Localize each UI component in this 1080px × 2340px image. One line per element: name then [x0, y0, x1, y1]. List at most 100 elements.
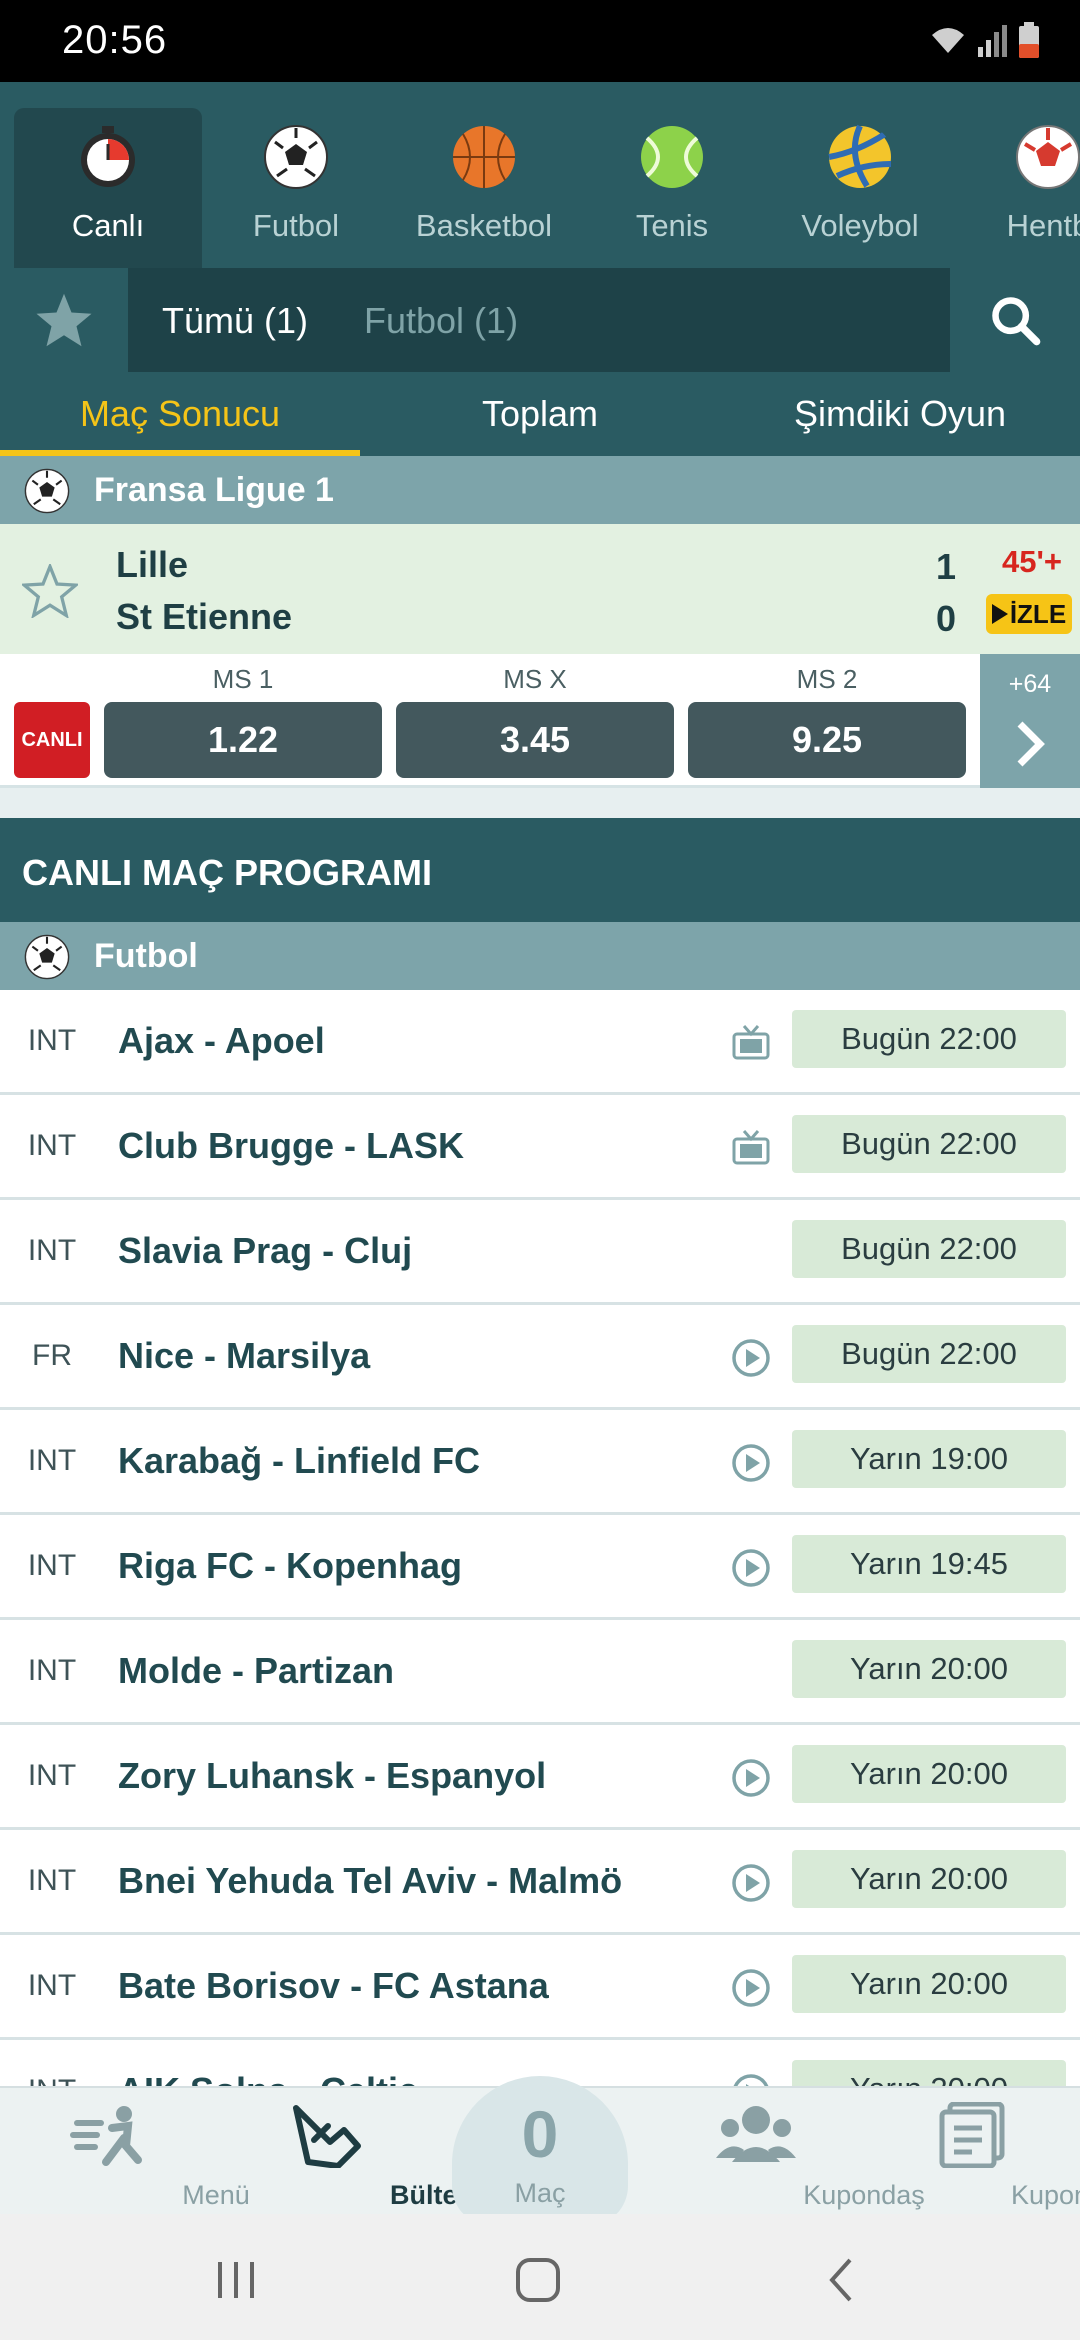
country-code: FR: [32, 1339, 72, 1372]
match-name: Slavia Prag - Cluj: [118, 1230, 413, 1271]
country-code: INT: [27, 1444, 77, 1477]
program-row[interactable]: INT Riga FC - Kopenhag Yarın 19:45: [0, 1515, 1080, 1620]
live-match-card[interactable]: Lille St Etienne 1 0 45'+ İZLE: [0, 524, 1080, 654]
home-team: Lille: [116, 544, 189, 585]
bulletin-hand-icon: [293, 2105, 361, 2168]
stopwatch-icon: [81, 126, 135, 187]
coupon-match-count: 0: [521, 2097, 559, 2171]
tennis-ball-icon: [641, 126, 703, 188]
program-sport-header: Futbol: [0, 922, 1080, 990]
tab-voleybol[interactable]: Voleybol: [766, 108, 954, 268]
play-icon: [730, 1862, 772, 1904]
program-row[interactable]: INT Slavia Prag - Cluj Bugün 22:00: [0, 1200, 1080, 1305]
basketball-icon: [453, 126, 515, 188]
match-time: Bugün 22:00: [792, 1325, 1066, 1383]
tab-simdiki-oyun[interactable]: Şimdiki Oyun: [720, 372, 1080, 456]
live-badge: CANLI: [14, 702, 90, 778]
match-time: Bugün 22:00: [792, 1115, 1066, 1173]
more-markets-button[interactable]: +64: [980, 654, 1080, 788]
country-code: INT: [27, 1864, 77, 1897]
program-list: INT Ajax - Apoel Bugün 22:00 INT Club Brugge…: [0, 990, 1080, 2086]
program-row[interactable]: INT Ajax - Apoel Bugün 22:00: [0, 990, 1080, 1095]
tab-tenis[interactable]: Tenis: [578, 108, 766, 268]
match-time: Bugün 22:00: [792, 1010, 1066, 1068]
match-time: Yarın 20:00: [792, 1640, 1066, 1698]
match-name: Riga FC - Kopenhag: [118, 1545, 462, 1586]
tab-label: Futbol: [252, 208, 340, 243]
battery-icon: [1019, 22, 1039, 58]
recents-icon[interactable]: [206, 2250, 266, 2310]
country-code: INT: [27, 1549, 77, 1582]
match-name: Karabağ - Linfield FC: [118, 1440, 481, 1481]
status-time: 20:56: [62, 18, 168, 62]
nav-kupondas[interactable]: Kupondaş: [648, 2088, 925, 2216]
match-minute: 45'+: [1002, 544, 1062, 579]
tab-label: Voleybol: [801, 208, 919, 243]
tab-label: Tenis: [635, 208, 709, 243]
odd-button-msx[interactable]: 3.45: [396, 702, 674, 778]
nav-label: Maç: [514, 2178, 566, 2208]
program-sport-label: Futbol: [94, 937, 198, 975]
search-button[interactable]: [950, 268, 1080, 372]
tv-icon: [730, 1022, 772, 1064]
tv-icon: [730, 1127, 772, 1169]
tab-toplam[interactable]: Toplam: [360, 372, 720, 456]
filter-tab-futbol[interactable]: Futbol (1): [364, 300, 518, 342]
program-row[interactable]: FR Nice - Marsilya Bugün 22:00: [0, 1305, 1080, 1410]
odd-button-ms2[interactable]: 9.25: [688, 702, 966, 778]
country-code: INT: [27, 1969, 77, 2002]
people-icon: [716, 2106, 796, 2162]
back-icon[interactable]: [812, 2250, 872, 2310]
nav-bulten[interactable]: Bülten: [216, 2088, 474, 2216]
system-icons: [928, 20, 1040, 60]
nav-mac-bubble[interactable]: 0 Maç: [452, 2076, 628, 2226]
tab-basketbol[interactable]: Basketbol: [390, 108, 578, 268]
status-bar: 20:56: [0, 0, 1080, 82]
football-icon: [264, 125, 328, 189]
match-time: Yarın 19:45: [792, 1535, 1066, 1593]
nav-menu[interactable]: Menü: [0, 2088, 250, 2216]
match-time: Yarın 20:00: [792, 1745, 1066, 1803]
country-code: INT: [27, 1654, 77, 1687]
favorites-button[interactable]: [0, 268, 128, 372]
tab-canli[interactable]: Canlı: [14, 108, 202, 268]
tab-mac-sonucu[interactable]: Maç Sonucu: [0, 372, 360, 456]
tab-label: Basketbol: [415, 208, 553, 243]
favorite-star-icon[interactable]: [22, 564, 78, 618]
odd-button-ms1[interactable]: 1.22: [104, 702, 382, 778]
program-row[interactable]: INT Zory Luhansk - Espanyol Yarın 20:00: [0, 1725, 1080, 1830]
match-time: Yarın 20:00: [792, 2060, 1066, 2086]
filter-tab-all[interactable]: Tümü (1): [162, 300, 308, 342]
football-icon: [24, 934, 70, 980]
tab-hentbol[interactable]: Hentb: [954, 108, 1080, 268]
tab-futbol[interactable]: Futbol: [202, 108, 390, 268]
match-name: Bnei Yehuda Tel Aviv - Malmö: [118, 1860, 623, 1901]
coupons-icon: [939, 2102, 1005, 2168]
match-name: Zory Luhansk - Espanyol: [118, 1755, 547, 1796]
program-row[interactable]: INT Molde - Partizan Yarın 20:00: [0, 1620, 1080, 1725]
wifi-icon: [932, 28, 964, 53]
chevron-right-icon: [1017, 721, 1045, 767]
tab-label: Canlı: [71, 208, 145, 243]
odd-label-msx: MS X: [503, 664, 567, 694]
program-row[interactable]: INT Bnei Yehuda Tel Aviv - Malmö Yarın 20:…: [0, 1830, 1080, 1935]
program-row[interactable]: INT Club Brugge - LASK Bugün 22:00: [0, 1095, 1080, 1200]
watch-button[interactable]: İZLE: [986, 594, 1072, 634]
country-code: INT: [0, 2074, 104, 2086]
system-nav-bar: [0, 2214, 1080, 2340]
star-icon: [36, 293, 92, 347]
country-code: INT: [27, 1129, 77, 1162]
play-icon: [730, 1547, 772, 1589]
home-icon[interactable]: [508, 2250, 568, 2310]
watch-label: İZLE: [1009, 598, 1067, 629]
program-row[interactable]: INT Karabağ - Linfield FC Yarın 19:00: [0, 1410, 1080, 1515]
away-score: 0: [936, 598, 957, 639]
program-row[interactable]: INT Bate Borisov - FC Astana Yarın 20:00: [0, 1935, 1080, 2040]
match-name: Molde - Partizan: [118, 1650, 395, 1691]
nav-kuponlarim[interactable]: Kuponlarım: [864, 2088, 1080, 2216]
match-name: Nice - Marsilya: [118, 1335, 371, 1376]
program-title: CANLI MAÇ PROGRAMI: [22, 852, 432, 893]
section-divider: [0, 788, 1080, 818]
tab-label: Hentb: [1006, 208, 1080, 243]
play-icon: [730, 2072, 772, 2086]
